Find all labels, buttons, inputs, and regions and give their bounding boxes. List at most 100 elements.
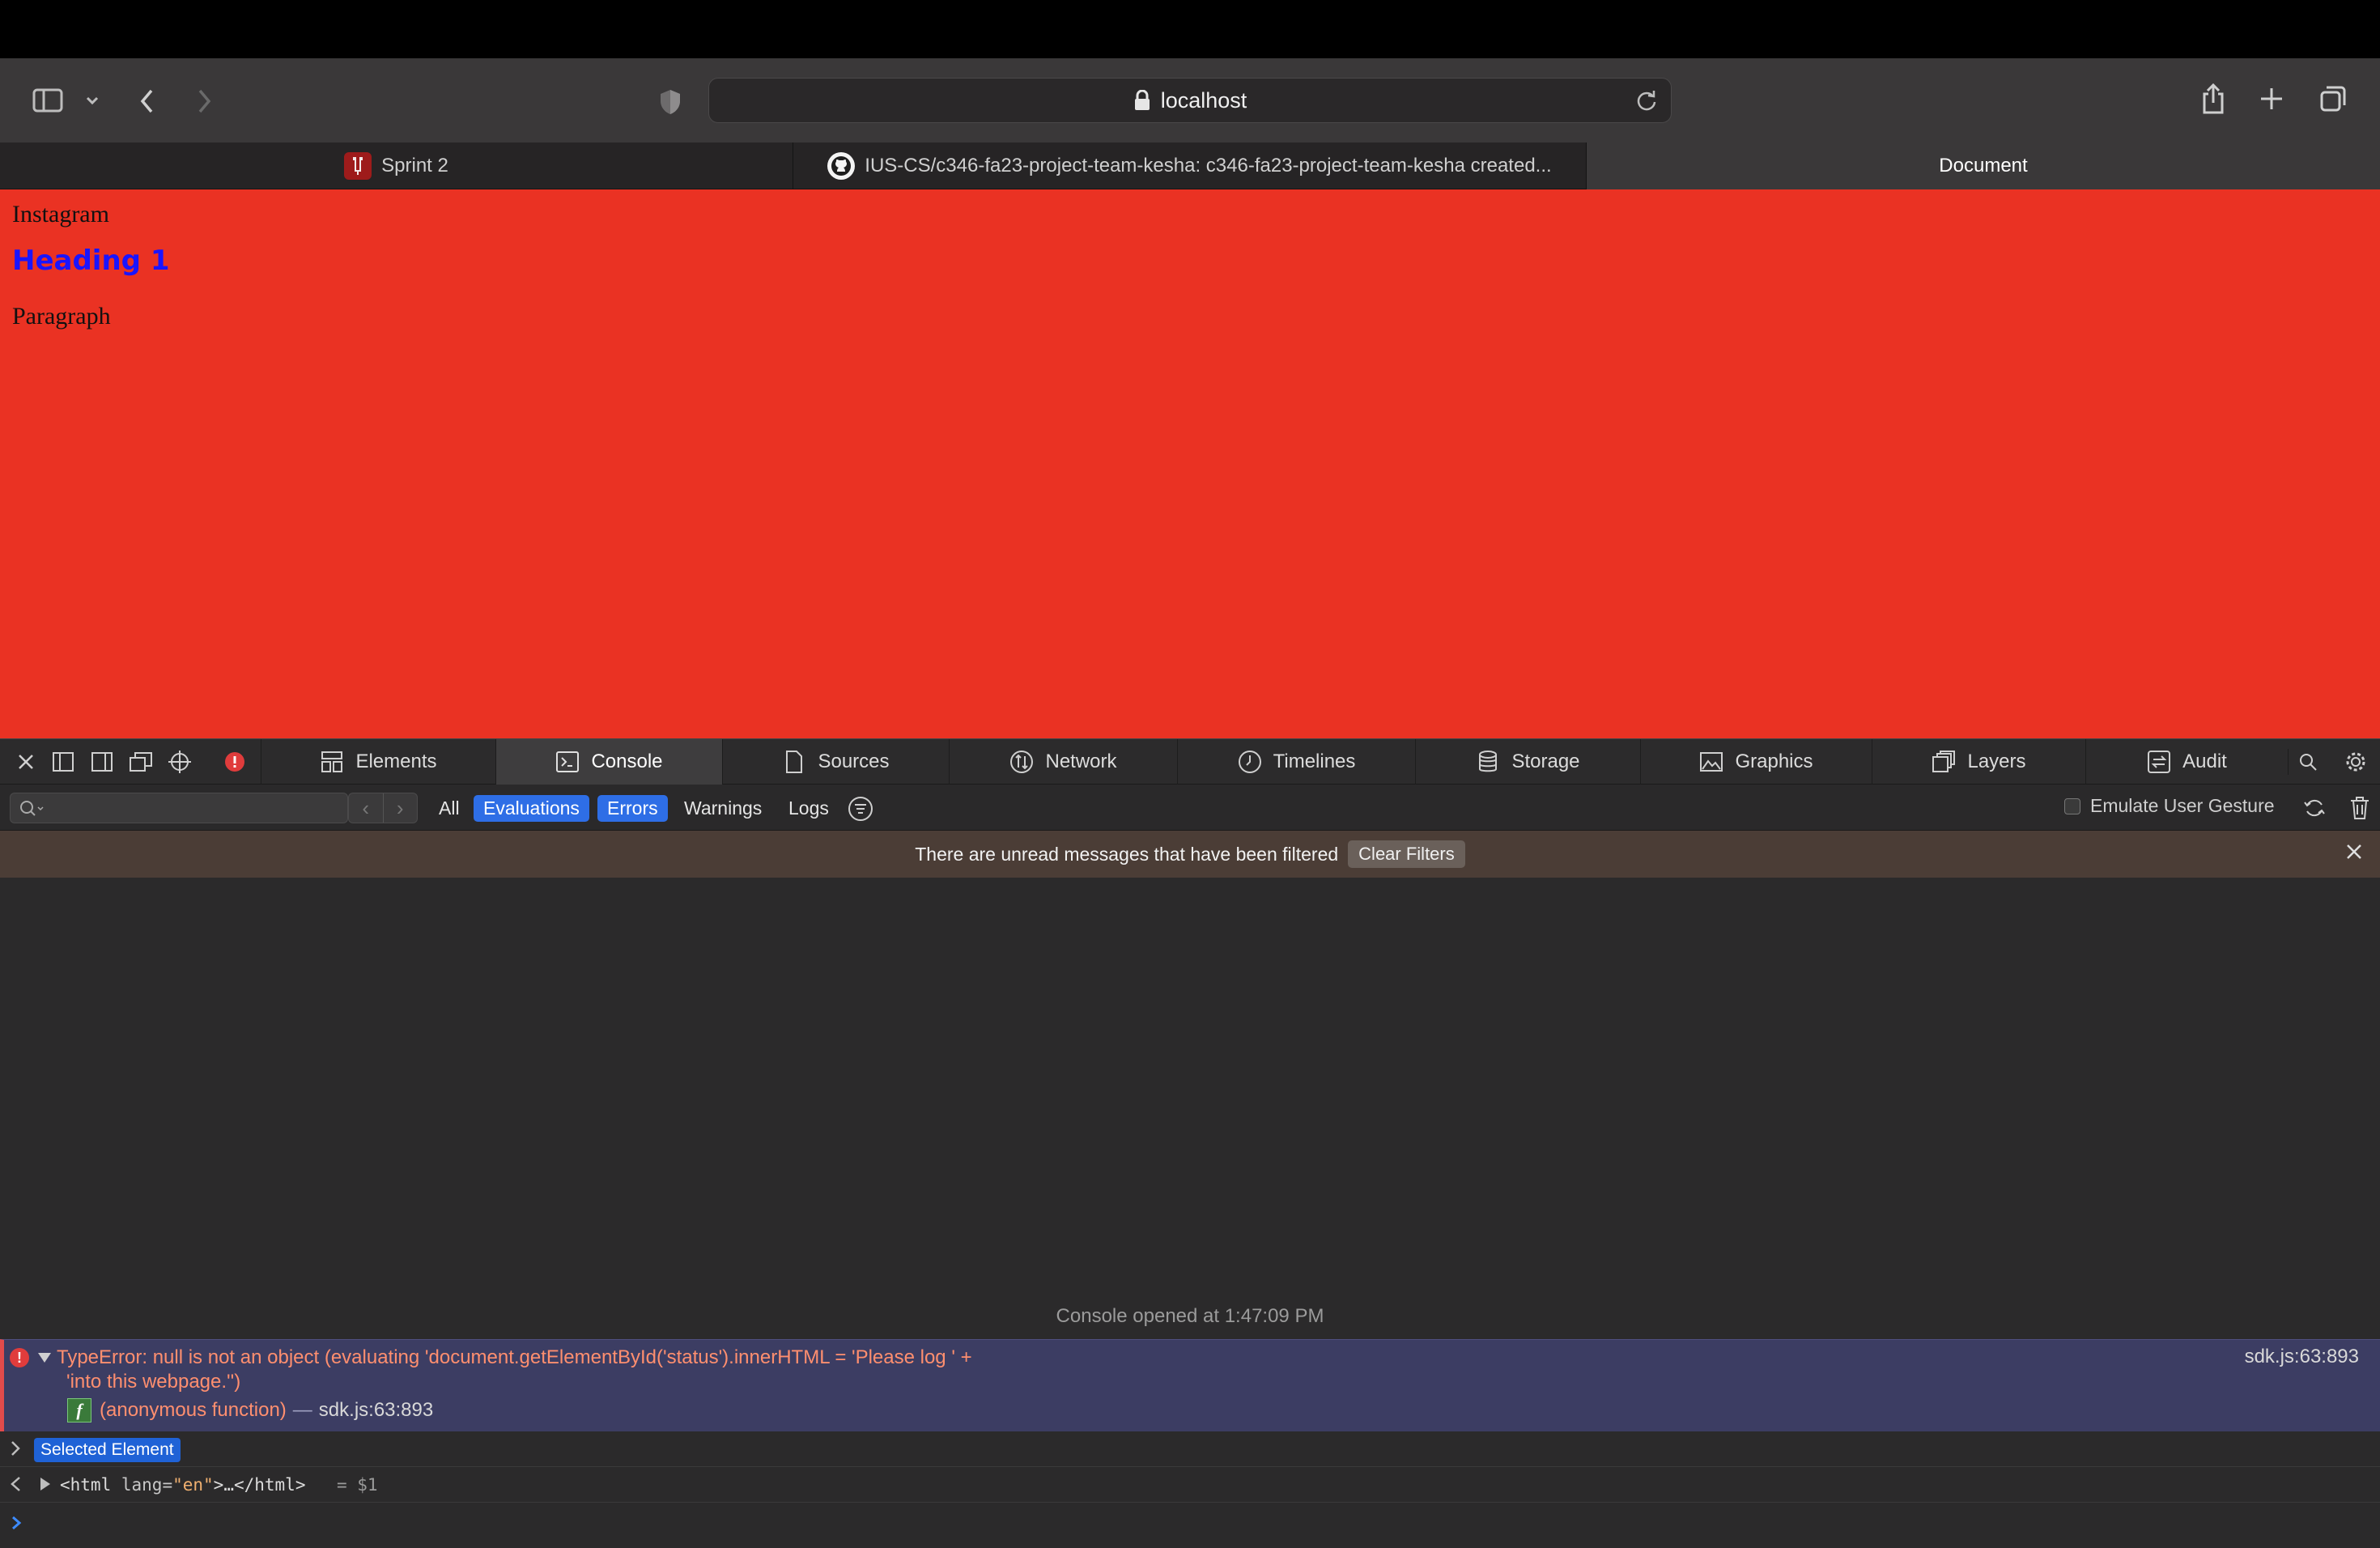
devtools-tab-graphics[interactable]: Graphics [1640,739,1872,785]
error-line-2: 'into this webpage.'') [66,1371,241,1393]
page-heading: Heading 1 [12,245,170,277]
filter-icon[interactable] [848,796,873,822]
filtered-messages-banner: There are unread messages that have been… [0,831,2380,878]
result-reference: = $1 [337,1475,378,1495]
privacy-shield-icon[interactable] [654,86,686,118]
element-picker-icon[interactable] [167,749,193,775]
next-result-icon[interactable]: › [382,793,418,823]
error-text: TypeError: null is not an object (evalua… [57,1346,1109,1394]
tab-label: Layers [1967,751,2026,772]
tab-label: Graphics [1735,751,1813,772]
chevron-right-icon[interactable] [8,1440,23,1457]
disclosure-triangle-icon[interactable] [36,1351,53,1364]
page-paragraph: Paragraph [12,303,111,330]
sidebar-toggle-icon[interactable] [31,84,66,117]
error-count-icon[interactable] [222,749,248,775]
html-node-result[interactable]: <html lang="en">…</html> = $1 [0,1467,2380,1503]
filter-errors[interactable]: Errors [597,795,668,822]
graphics-icon [1699,750,1723,774]
selected-element-row[interactable]: Selected Element [0,1431,2380,1467]
console-filter-bar: ‹ › All Evaluations Errors Warnings Logs… [0,785,2380,831]
layers-icon [1932,750,1956,774]
share-icon[interactable] [2197,81,2229,117]
tab-sprint-2[interactable]: Sprint 2 [0,142,793,189]
lock-icon [1134,90,1150,110]
html-tag-rest: >…</html> [213,1475,306,1495]
function-icon: f [67,1398,91,1423]
frame-separator: — [292,1399,312,1421]
forward-icon[interactable] [191,86,217,117]
devtools-tab-elements[interactable]: Elements [261,739,495,785]
error-icon: ! [10,1348,29,1367]
devtools-tab-console[interactable]: Console [495,739,722,785]
previous-result-icon[interactable]: ‹ [349,793,383,823]
tab-document[interactable]: Document [1587,142,2380,189]
devtools-tab-storage[interactable]: Storage [1415,739,1640,785]
clear-filters-button[interactable]: Clear Filters [1348,840,1465,868]
network-icon [1009,750,1034,774]
devtools-tab-network[interactable]: Network [949,739,1177,785]
reload-icon[interactable] [1635,89,1658,112]
emulate-user-gesture-toggle[interactable]: Emulate User Gesture [2064,795,2275,817]
tab-label: IUS-CS/c346-fa23-project-team-kesha: c34… [865,155,1552,176]
html-node-code: <html lang="en">…</html> [60,1475,305,1495]
tab-label: Audit [2182,751,2227,772]
console-prompt[interactable] [0,1503,2380,1548]
tab-label: Console [591,751,663,772]
address-bar[interactable]: localhost [708,78,1672,123]
tab-overview-icon[interactable] [2317,83,2349,115]
devtools-tab-audit[interactable]: Audit [2085,739,2288,785]
web-page-content: Instagram Heading 1 Paragraph [0,189,2380,738]
search-navigation: ‹ › [348,793,418,823]
trash-icon[interactable] [2346,794,2374,822]
sources-icon [782,750,806,774]
tab-label: Elements [355,751,437,772]
emulate-checkbox[interactable] [2064,797,2080,814]
chevron-down-icon[interactable] [83,91,102,110]
console-search-field[interactable] [10,793,348,823]
expand-triangle-icon[interactable] [39,1477,52,1491]
emulate-label: Emulate User Gesture [2090,795,2275,816]
html-attr-name: lang= [121,1475,173,1495]
iu-favicon-icon [344,152,372,180]
stack-frame[interactable]: f (anonymous function) — sdk.js:63:893 [67,1398,433,1423]
refresh-icon[interactable] [2301,794,2328,822]
gear-icon[interactable] [2343,749,2369,775]
selected-element-badge: Selected Element [34,1438,181,1462]
search-icon[interactable] [2288,749,2327,775]
frame-location-link[interactable]: sdk.js:63:893 [319,1399,433,1422]
result-arrow-icon [11,1477,20,1491]
error-source-link[interactable]: sdk.js:63:893 [2245,1346,2359,1368]
devtools-tab-layers[interactable]: Layers [1872,739,2085,785]
devtools-tab-timelines[interactable]: Timelines [1177,739,1415,785]
filter-all[interactable]: All [429,795,470,822]
devtools-tab-sources[interactable]: Sources [722,739,949,785]
console-search-input[interactable] [46,797,338,819]
new-tab-icon[interactable] [2257,84,2286,113]
brand-text: Instagram [12,201,109,228]
back-icon[interactable] [134,86,160,117]
tab-label: Timelines [1273,751,1356,772]
devtools-tab-bar: Elements Console Sources Network Timelin… [0,738,2380,785]
filter-logs[interactable]: Logs [779,795,839,822]
audit-icon [2147,750,2171,774]
error-line-1: TypeError: null is not an object (evalua… [57,1346,972,1368]
filter-evaluations[interactable]: Evaluations [474,795,589,822]
console-output [0,878,2380,1339]
tab-label: Document [1939,155,2028,176]
console-opened-timestamp: Console opened at 1:47:09 PM [1056,1305,1324,1327]
dock-right-icon[interactable] [89,749,115,775]
dock-left-icon[interactable] [50,749,76,775]
tab-label: Storage [1511,751,1580,772]
console-error-message[interactable]: ! TypeError: null is not an object (eval… [0,1339,2380,1431]
close-icon[interactable] [13,749,39,775]
tab-bar: Sprint 2 IUS-CS/c346-fa23-project-team-k… [0,142,2380,189]
console-icon [555,750,580,774]
undock-window-icon[interactable] [128,749,154,775]
timelines-icon [1238,750,1262,774]
tab-label: Sources [818,751,890,772]
banner-text: There are unread messages that have been… [915,843,1339,865]
tab-github-repo[interactable]: IUS-CS/c346-fa23-project-team-kesha: c34… [793,142,1587,189]
filter-warnings[interactable]: Warnings [674,795,771,822]
close-icon[interactable] [2344,842,2364,861]
